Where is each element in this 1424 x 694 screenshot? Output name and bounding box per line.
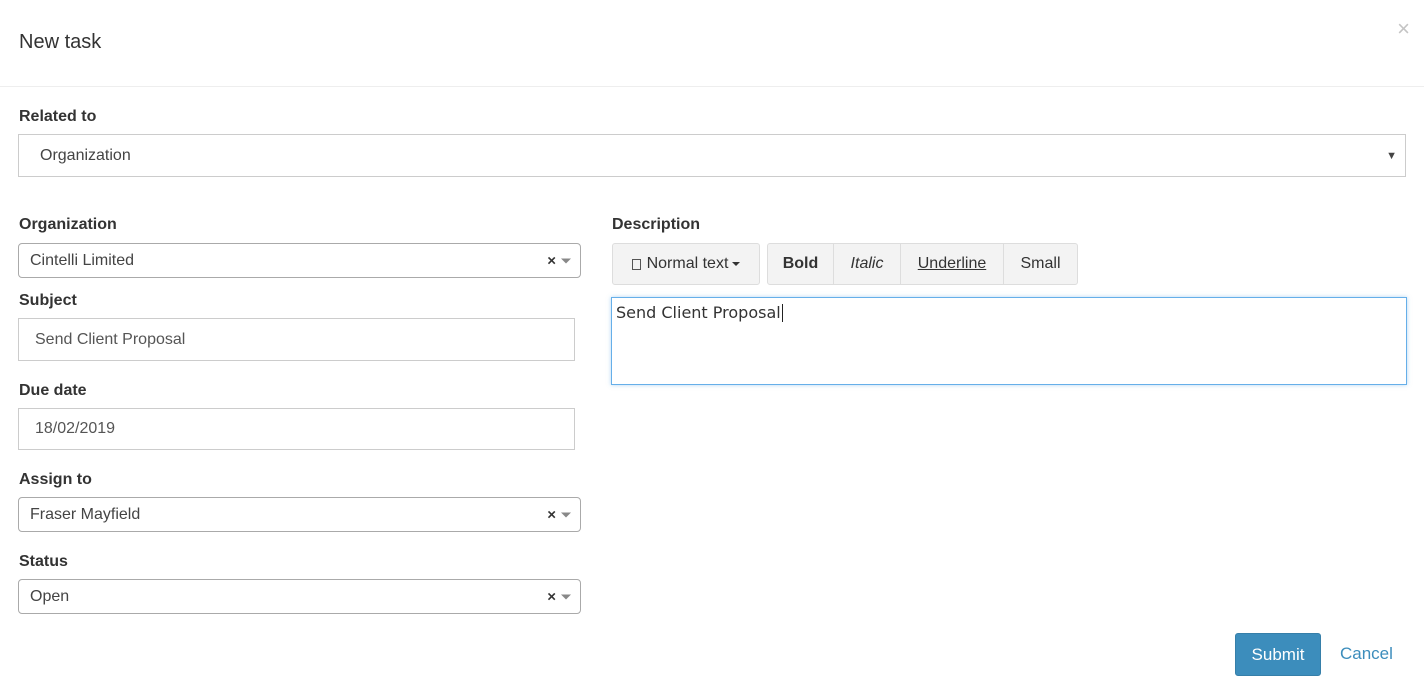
format-dropdown-group: Normal text xyxy=(612,243,760,285)
clear-icon[interactable]: × xyxy=(547,252,556,269)
dropdown-arrow-icon[interactable] xyxy=(561,512,571,517)
caret-down-icon xyxy=(732,262,741,266)
underline-button[interactable]: Underline xyxy=(901,244,1004,284)
organization-value: Cintelli Limited xyxy=(30,251,135,269)
italic-button[interactable]: Italic xyxy=(834,244,901,284)
dropdown-arrow-icon[interactable] xyxy=(561,594,571,599)
due-date-input[interactable]: 18/02/2019 xyxy=(18,408,575,450)
bold-button[interactable]: Bold xyxy=(768,244,834,284)
description-editor[interactable]: Send Client Proposal xyxy=(611,297,1407,385)
cancel-link[interactable]: Cancel xyxy=(1340,644,1393,664)
clear-icon[interactable]: × xyxy=(547,588,556,605)
description-label: Description xyxy=(612,216,701,233)
format-dropdown-label: Normal text xyxy=(646,255,729,272)
submit-button[interactable]: Submit xyxy=(1235,633,1321,676)
organization-select[interactable]: Cintelli Limited × xyxy=(18,243,581,278)
subject-label: Subject xyxy=(19,292,77,309)
subject-input[interactable]: Send Client Proposal xyxy=(18,318,575,361)
text-style-group: Bold Italic Underline Small xyxy=(767,243,1078,285)
assign-to-select[interactable]: Fraser Mayfield × xyxy=(18,497,581,532)
due-date-label: Due date xyxy=(19,382,87,399)
status-value: Open xyxy=(30,587,70,605)
status-select[interactable]: Open × xyxy=(18,579,581,614)
status-label: Status xyxy=(19,553,68,570)
organization-label: Organization xyxy=(19,216,117,233)
subject-value: Send Client Proposal xyxy=(35,330,186,348)
chevron-down-icon: ▼ xyxy=(1386,149,1397,162)
related-to-label: Related to xyxy=(19,108,97,125)
clear-icon[interactable]: × xyxy=(547,506,556,523)
modal-header: New task × xyxy=(0,0,1424,87)
modal-title: New task xyxy=(19,31,102,53)
text-format-icon xyxy=(631,258,641,270)
small-button[interactable]: Small xyxy=(1004,244,1077,284)
text-cursor xyxy=(781,304,783,322)
assign-to-value: Fraser Mayfield xyxy=(30,505,141,523)
format-dropdown-button[interactable]: Normal text xyxy=(613,244,759,284)
due-date-value: 18/02/2019 xyxy=(35,420,116,437)
dropdown-arrow-icon[interactable] xyxy=(561,258,571,263)
related-to-value: Organization xyxy=(40,146,131,164)
close-icon[interactable]: × xyxy=(1397,18,1410,40)
related-to-select[interactable]: Organization ▼ xyxy=(18,134,1406,177)
assign-to-label: Assign to xyxy=(19,471,92,488)
description-content: Send Client Proposal xyxy=(616,303,781,322)
